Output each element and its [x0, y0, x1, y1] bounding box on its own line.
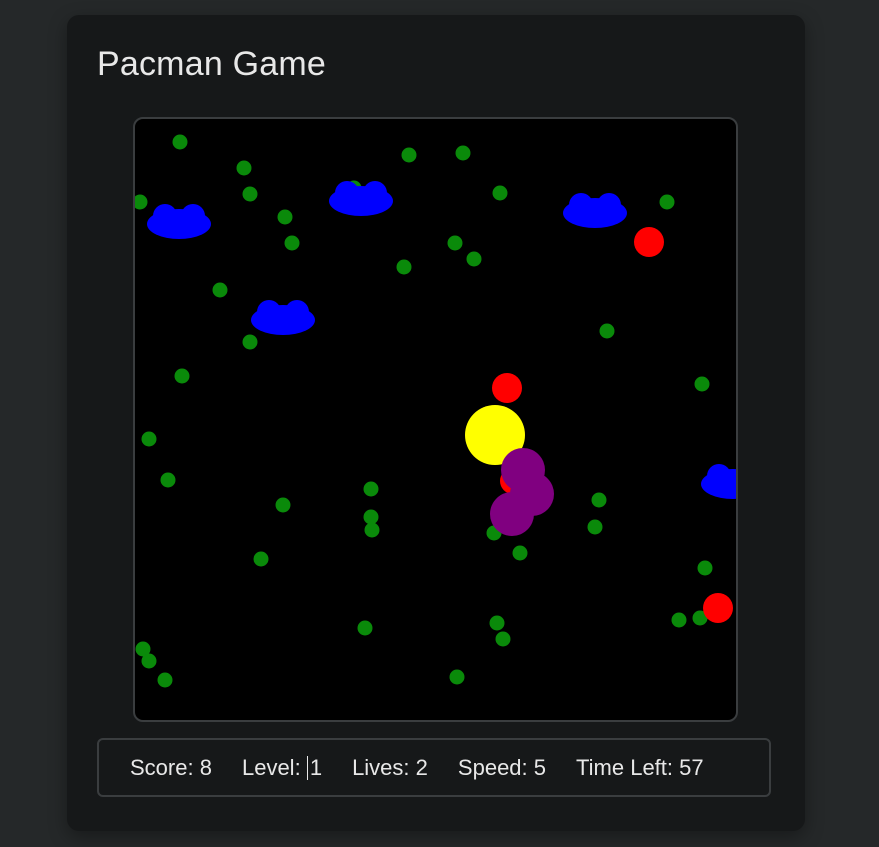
- pellet-icon: [363, 509, 379, 525]
- pellet-icon: [659, 194, 675, 210]
- pellet-icon: [363, 481, 379, 497]
- pellet-icon: [599, 323, 615, 339]
- text-cursor: [306, 755, 308, 780]
- pellet-icon: [364, 522, 380, 538]
- pellet-icon: [172, 134, 188, 150]
- ghost-icon: [147, 204, 211, 239]
- pellet-icon: [242, 334, 258, 350]
- pellet-icon: [466, 251, 482, 267]
- pellet-icon: [455, 145, 471, 161]
- pellet-icon: [174, 368, 190, 384]
- pellet-icon: [495, 631, 511, 647]
- ghost-icon: [251, 300, 315, 335]
- pellet-icon: [401, 147, 417, 163]
- pellet-icon: [275, 497, 291, 513]
- pellet-icon: [135, 194, 148, 210]
- game-board[interactable]: [133, 117, 738, 722]
- pellet-icon: [492, 185, 508, 201]
- score-label: Score:: [130, 754, 194, 780]
- pellet-icon: [212, 282, 228, 298]
- power-up-icon: [634, 227, 664, 257]
- pellet-icon: [357, 620, 373, 636]
- game-card: Pacman Game Score: 8 Level: 1 Lives: 2 S…: [67, 15, 805, 831]
- pellet-icon: [449, 669, 465, 685]
- power-up-icon: [703, 593, 733, 623]
- ghost-icon: [701, 464, 736, 499]
- pellet-icon: [284, 235, 300, 251]
- pellet-icon: [277, 209, 293, 225]
- pellet-icon: [512, 545, 528, 561]
- pellet-icon: [447, 235, 463, 251]
- lives-label: Lives:: [352, 754, 410, 780]
- pellet-icon: [587, 519, 603, 535]
- pellet-icon: [160, 472, 176, 488]
- level-stat: Level: 1: [242, 755, 322, 781]
- pellet-icon: [236, 160, 252, 176]
- speed-stat: Speed: 5: [458, 755, 546, 781]
- pellet-icon: [671, 612, 687, 628]
- pellet-icon: [141, 653, 157, 669]
- pellet-icon: [697, 560, 713, 576]
- pellet-icon: [591, 492, 607, 508]
- pellet-icon: [242, 186, 258, 202]
- pellet-icon: [253, 551, 269, 567]
- level-label: Level:: [241, 754, 301, 780]
- pellet-icon: [489, 615, 505, 631]
- time-stat: Time Left: 57: [576, 755, 704, 781]
- speed-label: Speed:: [457, 754, 528, 780]
- power-up-icon: [492, 373, 522, 403]
- lives-value: 2: [415, 754, 428, 780]
- pellet-icon: [396, 259, 412, 275]
- ghost-icon: [563, 193, 627, 228]
- pellet-icon: [694, 376, 710, 392]
- ghost-icon: [329, 181, 393, 216]
- score-value: 8: [199, 754, 212, 780]
- pellet-icon: [157, 672, 173, 688]
- score-stat: Score: 8: [130, 755, 212, 781]
- page-title: Pacman Game: [97, 45, 326, 83]
- time-value: 57: [679, 754, 704, 780]
- lives-stat: Lives: 2: [352, 755, 428, 781]
- pellet-icon: [141, 431, 157, 447]
- status-bar: Score: 8 Level: 1 Lives: 2 Speed: 5 Time…: [97, 738, 771, 797]
- speed-value: 5: [533, 754, 547, 780]
- level-value: 1: [309, 754, 323, 780]
- time-label: Time Left:: [576, 754, 674, 780]
- game-canvas[interactable]: [135, 119, 736, 720]
- enemy-icon: [490, 492, 534, 536]
